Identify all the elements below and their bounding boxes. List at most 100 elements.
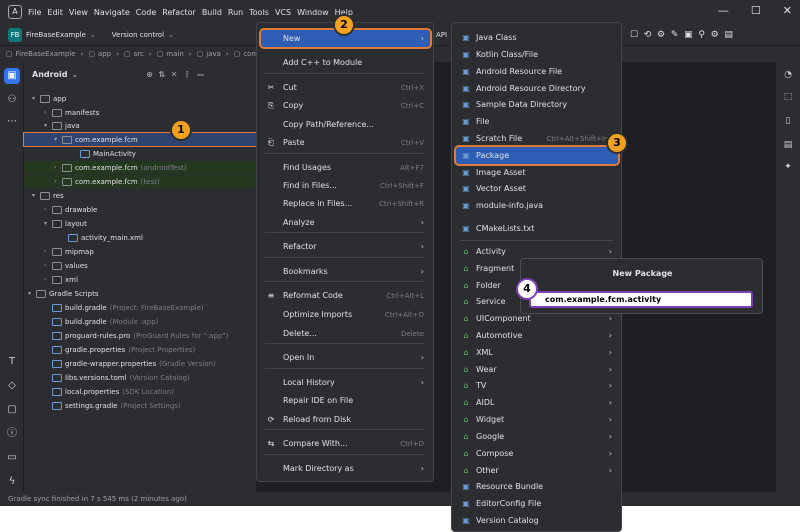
menu-item-resource-bundle[interactable]: ▣ Resource Bundle — [456, 478, 618, 495]
panel-actions[interactable]: ⊕ ⇅ ✕ ⋮ — — [146, 70, 204, 79]
menu-item-copy-path-reference[interactable]: Copy Path/Reference... — [261, 116, 430, 133]
maximize-icon[interactable]: ☐ — [751, 4, 761, 17]
chevron-icon[interactable]: › — [44, 248, 52, 255]
tree-node[interactable]: ▾ java — [24, 119, 256, 132]
chevron-icon[interactable]: › — [44, 262, 52, 269]
menu-navigate[interactable]: Navigate — [94, 8, 130, 17]
chevron-icon[interactable]: › — [44, 276, 52, 283]
tree-node[interactable]: ▾ layout — [24, 217, 256, 230]
menu-item-version-catalog[interactable]: ▣ Version Catalog — [456, 512, 618, 529]
resource-manager-icon[interactable]: ⚇ — [4, 92, 20, 108]
menu-item-delete[interactable]: Delete... Delete — [261, 325, 430, 342]
menu-item-repair-ide-on-file[interactable]: Repair IDE on File — [261, 392, 430, 409]
menu-item-mark-directory-as[interactable]: Mark Directory as › — [261, 460, 430, 477]
menu-file[interactable]: File — [28, 8, 41, 17]
tree-node[interactable]: MainActivity — [24, 147, 256, 160]
panel-title[interactable]: Android — [32, 70, 68, 79]
running-devices-icon[interactable]: ▤ — [781, 138, 795, 152]
chevron-icon[interactable]: ▾ — [32, 192, 40, 199]
device-manager-icon[interactable]: ▯ — [781, 114, 795, 128]
menu-item-android-resource-directory[interactable]: ▣ Android Resource Directory — [456, 80, 618, 97]
toolbar-actions[interactable]: ☐ ⟲ ⚙ ✎ ▣ ⚲ ⚙ ▤ — [630, 30, 733, 40]
menu-item-add-c-to-module[interactable]: Add C++ to Module — [261, 54, 430, 71]
breadcrumb-item[interactable]: main — [166, 50, 184, 58]
menu-item-compose[interactable]: ⌂ Compose › — [456, 445, 618, 462]
menu-item-sample-data-directory[interactable]: ▣ Sample Data Directory — [456, 96, 618, 113]
tree-node[interactable]: › mipmap — [24, 245, 256, 258]
tree-node[interactable]: › com.example.fcm (test) — [24, 175, 256, 188]
notifications-icon[interactable]: ◔ — [781, 68, 795, 82]
menu-item-java-class[interactable]: ▣ Java Class — [456, 29, 618, 46]
build-hammer-icon[interactable]: T — [4, 354, 20, 370]
breadcrumb-item[interactable]: src — [134, 50, 144, 58]
tree-node[interactable]: activity_main.xml — [24, 231, 256, 244]
menu-item-aidl[interactable]: ⌂ AIDL › — [456, 394, 618, 411]
menu-item-scratch-file[interactable]: ▣ Scratch File Ctrl+Alt+Shift+Ins — [456, 130, 618, 147]
menu-item-open-in[interactable]: Open In › — [261, 349, 430, 366]
menu-item-find-in-files[interactable]: Find in Files... Ctrl+Shift+F — [261, 177, 430, 194]
menu-item-google[interactable]: ⌂ Google › — [456, 428, 618, 445]
breadcrumb-item[interactable]: java — [206, 50, 221, 58]
tree-node[interactable]: › manifests — [24, 106, 256, 119]
menu-item-xml[interactable]: ⌂ XML › — [456, 344, 618, 361]
menu-item-local-history[interactable]: Local History › — [261, 374, 430, 391]
tree-node[interactable]: › xml — [24, 273, 256, 286]
chevron-icon[interactable]: ▾ — [54, 136, 62, 143]
menu-item-replace-in-files[interactable]: Replace in Files... Ctrl+Shift+R — [261, 195, 430, 212]
menu-item-android-resource-file[interactable]: ▣ Android Resource File — [456, 63, 618, 80]
menu-edit[interactable]: Edit — [47, 8, 63, 17]
menu-item-cmakelists-txt[interactable]: ▣ CMakeLists.txt — [456, 220, 618, 237]
tree-node[interactable]: › com.example.fcm (androidTest) — [24, 161, 256, 174]
minimize-icon[interactable]: — — [718, 4, 729, 17]
menu-item-editorconfig-file[interactable]: ▣ EditorConfig File — [456, 495, 618, 512]
tree-node[interactable]: local.properties (SDK Location) — [24, 385, 256, 398]
menu-item-kotlin-class-file[interactable]: ▣ Kotlin Class/File — [456, 46, 618, 63]
menu-code[interactable]: Code — [136, 8, 156, 17]
menu-item-cut[interactable]: ✂ Cut Ctrl+X — [261, 79, 430, 96]
tree-node[interactable]: libs.versions.toml (Version Catalog) — [24, 371, 256, 384]
menu-item-reformat-code[interactable]: ≡ Reformat Code Ctrl+Alt+L — [261, 287, 430, 304]
tree-node[interactable]: ▾ res — [24, 189, 256, 202]
menu-tools[interactable]: Tools — [249, 8, 269, 17]
vcs-widget[interactable]: Version control — [112, 31, 164, 39]
menu-run[interactable]: Run — [228, 8, 243, 17]
project-badge[interactable]: FB — [8, 27, 22, 42]
menu-item-copy[interactable]: ⎘ Copy Ctrl+C — [261, 97, 430, 114]
menu-item-compare-with[interactable]: ⇆ Compare With... Ctrl+D — [261, 435, 430, 452]
tree-node[interactable]: › values — [24, 259, 256, 272]
chevron-icon[interactable]: ▾ — [28, 290, 36, 297]
tree-node[interactable]: ▾ Gradle Scripts — [24, 287, 256, 300]
gem-icon[interactable]: ◇ — [4, 378, 20, 394]
tree-node[interactable]: build.gradle (Module :app) — [24, 315, 256, 328]
chevron-icon[interactable]: ▾ — [44, 122, 52, 129]
menu-item-module-info-java[interactable]: ▣ module-info.java — [456, 197, 618, 214]
breadcrumb-item[interactable]: app — [98, 50, 111, 58]
chevron-icon[interactable]: ▾ — [32, 95, 40, 102]
menu-item-vector-asset[interactable]: ▣ Vector Asset — [456, 180, 618, 197]
gemini-icon[interactable]: ✦ — [781, 160, 795, 174]
menu-vcs[interactable]: VCS — [275, 8, 291, 17]
menu-item-optimize-imports[interactable]: Optimize Imports Ctrl+Alt+O — [261, 306, 430, 323]
tree-node[interactable]: gradle-wrapper.properties (Gradle Version… — [24, 357, 256, 370]
problems-icon[interactable]: ⓘ — [4, 426, 20, 442]
menu-item-other[interactable]: ⌂ Other › — [456, 462, 618, 479]
menu-item-file[interactable]: ▣ File — [456, 113, 618, 130]
tree-node[interactable]: › drawable — [24, 203, 256, 216]
device-icon[interactable]: ▢ — [4, 402, 20, 418]
menu-refactor[interactable]: Refactor — [162, 8, 196, 17]
menu-window[interactable]: Window — [297, 8, 329, 17]
menu-view[interactable]: View — [69, 8, 88, 17]
menu-item-bookmarks[interactable]: Bookmarks › — [261, 263, 430, 280]
menu-item-automotive[interactable]: ⌂ Automotive › — [456, 327, 618, 344]
package-name-input[interactable]: com.example.fcm.activity — [529, 291, 753, 308]
chevron-icon[interactable]: ▾ — [44, 220, 52, 227]
project-name[interactable]: FireBaseExample — [26, 31, 86, 39]
menu-item-tv[interactable]: ⌂ TV › — [456, 377, 618, 394]
more-icon[interactable]: ⋯ — [4, 114, 20, 130]
menu-item-reload-from-disk[interactable]: ⟳ Reload from Disk — [261, 411, 430, 428]
menu-item-package[interactable]: ▣ Package — [454, 145, 620, 166]
menu-item-find-usages[interactable]: Find Usages Alt+F7 — [261, 159, 430, 176]
tree-node[interactable]: gradle.properties (Project Properties) — [24, 343, 256, 356]
menu-item-wear[interactable]: ⌂ Wear › — [456, 361, 618, 378]
chevron-icon[interactable]: › — [44, 206, 52, 213]
